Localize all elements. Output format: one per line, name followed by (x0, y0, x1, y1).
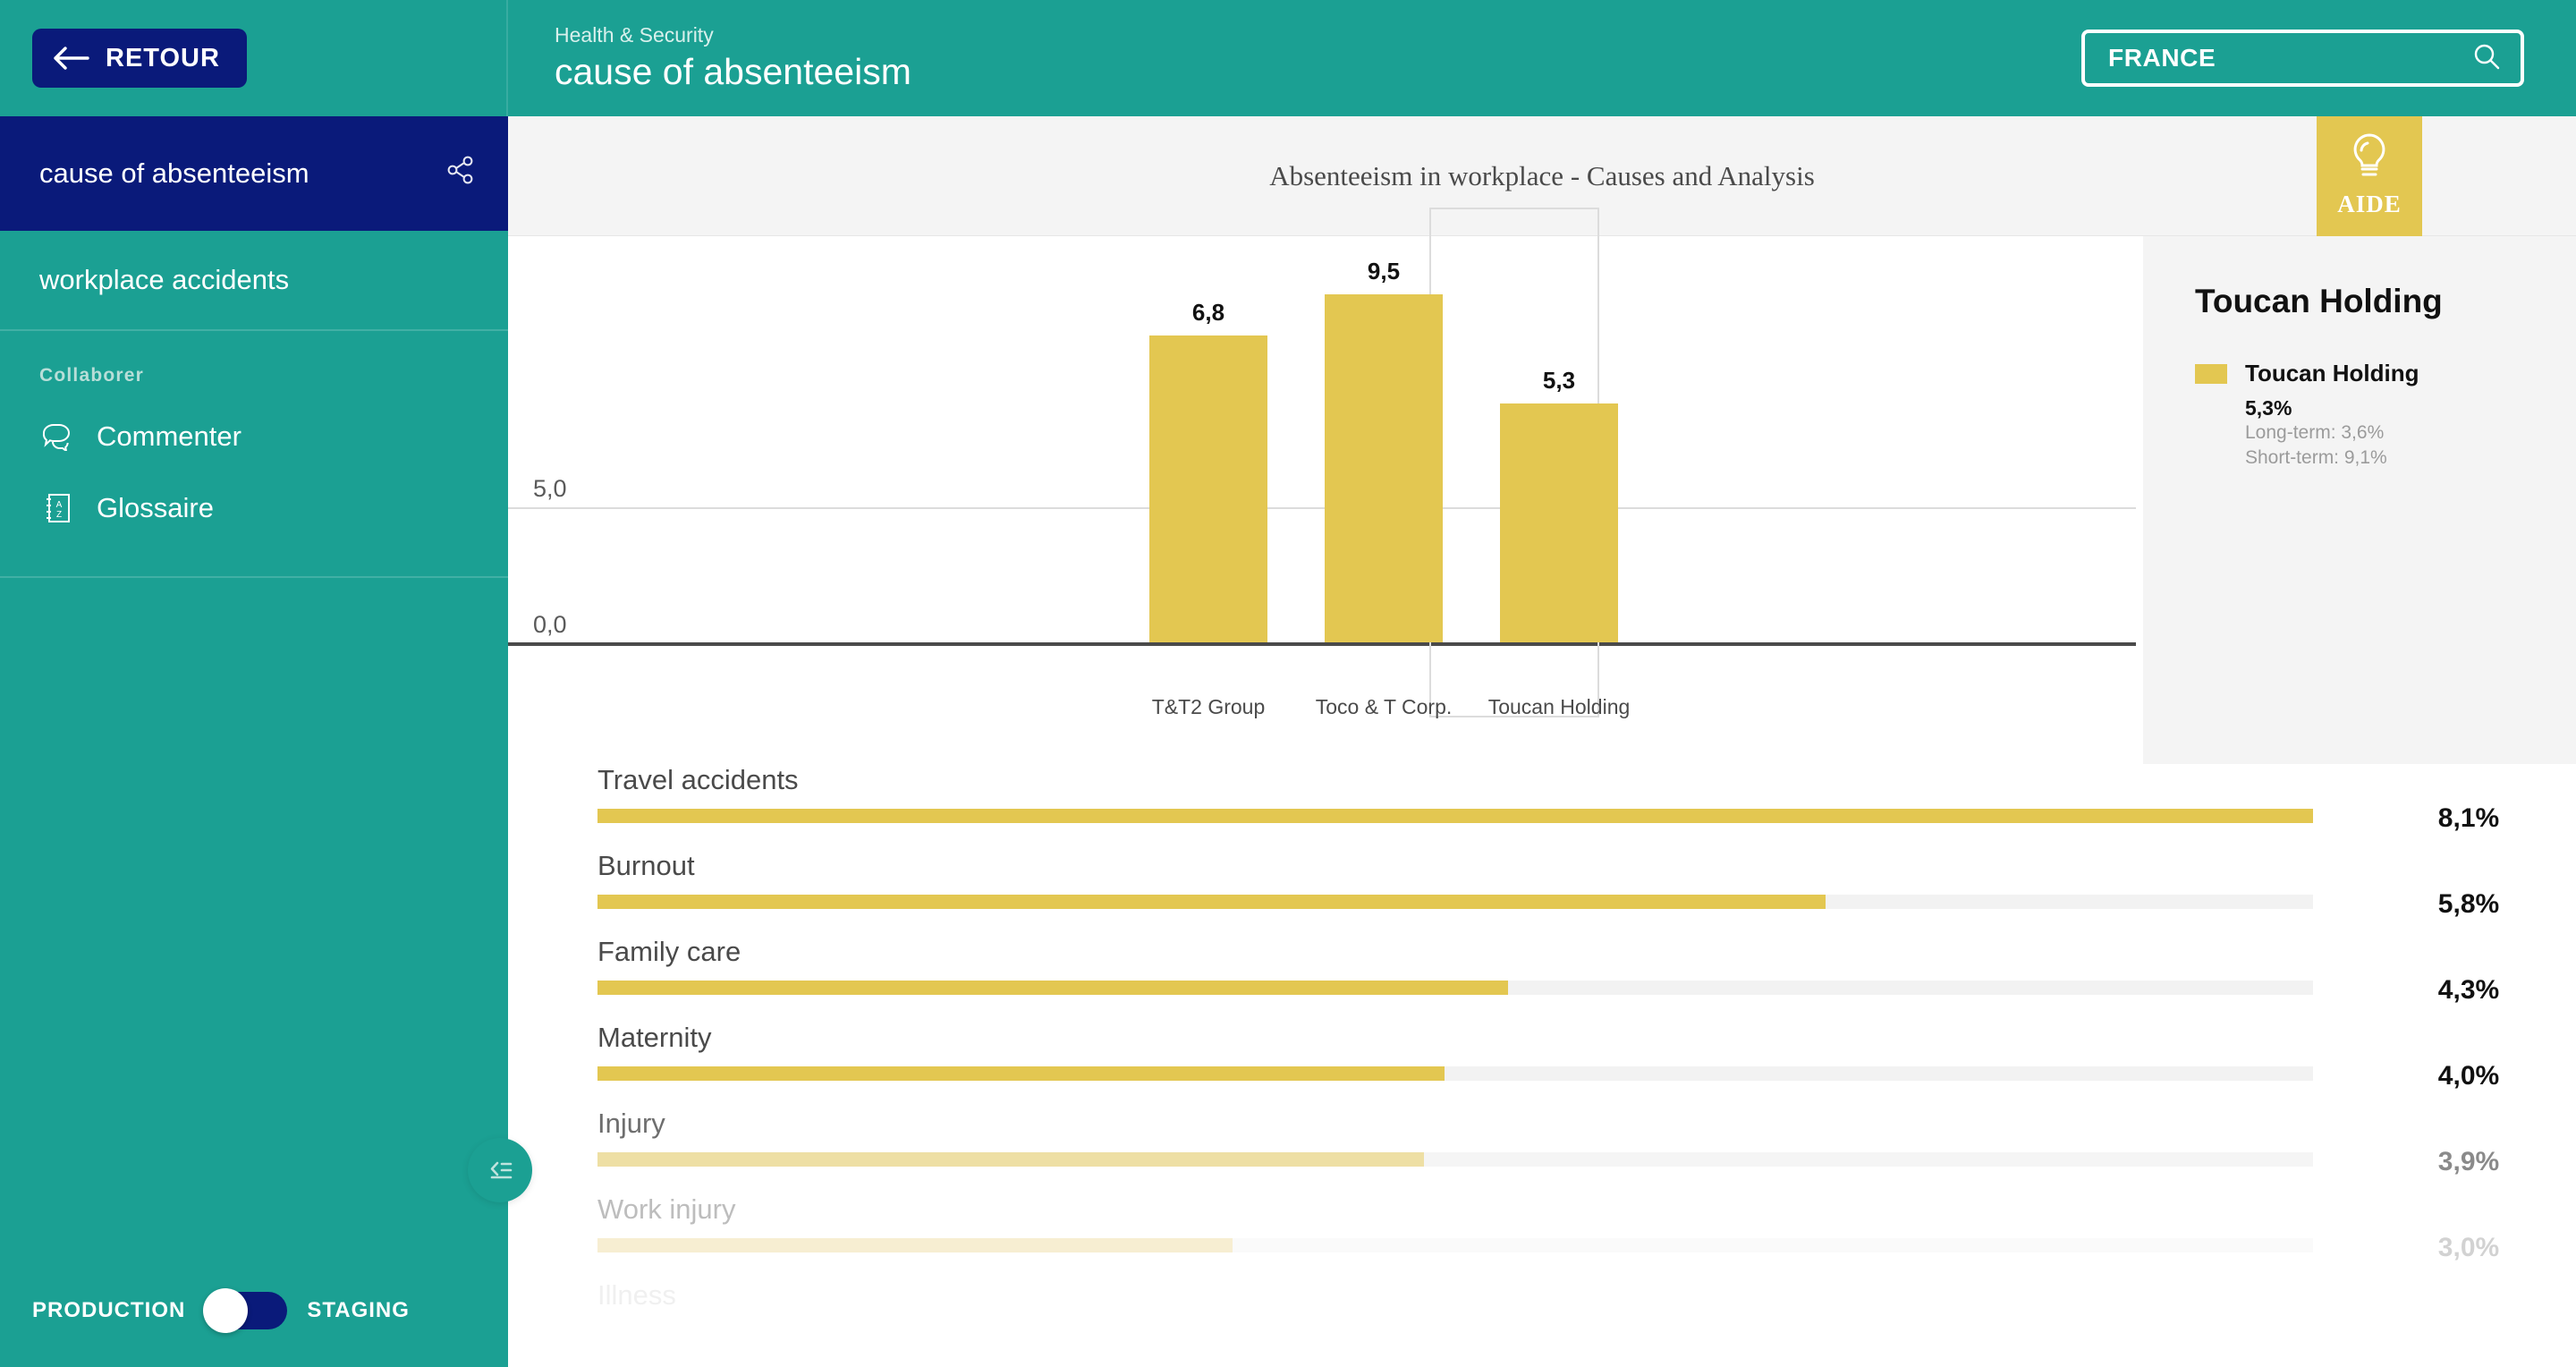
chart-container: 5,0 0,0 6,8 9,5 (508, 236, 2576, 764)
list-item-value: 4,3% (2361, 975, 2576, 1006)
list-item-value: 3,0% (2361, 1233, 2576, 1263)
list-item[interactable]: Family care 4,3% (597, 936, 2576, 1022)
details-main-value: 5,3% (2245, 396, 2529, 420)
svg-text:A: A (56, 500, 63, 510)
search-icon[interactable] (2472, 42, 2501, 75)
chart-details-panel: Toucan Holding Toucan Holding 5,3% Long-… (2143, 236, 2576, 764)
environment-production-label: PRODUCTION (32, 1298, 185, 1323)
list-item-value: 5,8% (2361, 889, 2576, 920)
list-item[interactable]: Illness (597, 1279, 2576, 1365)
cause-ranking-list: Travel accidents 8,1% Burnout 5,8% Famil… (597, 764, 2576, 1365)
glossary-az-icon: A Z (39, 492, 75, 524)
sidebar-item-label: Commenter (97, 420, 242, 453)
search-input[interactable] (2108, 44, 2472, 72)
list-item-value: 8,1% (2361, 803, 2576, 834)
list-item-track (597, 1152, 2313, 1167)
share-icon[interactable] (445, 155, 476, 192)
list-item[interactable]: Work injury 3,0% (597, 1193, 2576, 1279)
bar-rect[interactable] (1149, 335, 1267, 642)
bar-rect[interactable] (1325, 294, 1443, 642)
list-item-label: Family care (597, 936, 2576, 968)
list-item-label: Burnout (597, 850, 2576, 882)
aide-button[interactable]: AIDE (2317, 116, 2422, 236)
list-item-label: Travel accidents (597, 764, 2576, 796)
x-axis-category-label: T&T2 Group (1119, 694, 1298, 719)
aide-label: AIDE (2337, 191, 2402, 218)
bar-column[interactable]: 9,5 (1325, 258, 1443, 642)
bar-value-label: 5,3 (1543, 367, 1575, 395)
bar-series: 6,8 9,5 5,3 (508, 258, 2143, 642)
bar-chart-plot[interactable]: 5,0 0,0 6,8 9,5 (508, 236, 2143, 764)
sidebar-item-label: cause of absenteeism (39, 157, 445, 190)
x-axis-line (508, 642, 2136, 646)
sidebar-item-label: workplace accidents (39, 264, 476, 296)
collapse-sidebar-icon (484, 1155, 516, 1186)
arrow-left-icon (54, 47, 89, 70)
list-item[interactable]: Burnout 5,8% (597, 850, 2576, 936)
environment-toggle-knob[interactable] (203, 1288, 248, 1333)
comment-icon (39, 422, 75, 451)
top-bar: RETOUR Health & Security cause of absent… (0, 0, 2576, 116)
sidebar-item-commenter[interactable]: Commenter (0, 401, 508, 472)
list-item[interactable]: Travel accidents 8,1% (597, 764, 2576, 850)
list-item[interactable]: Injury 3,9% (597, 1108, 2576, 1193)
sidebar-item-workplace-accidents[interactable]: workplace accidents (0, 231, 508, 329)
bar-rect[interactable] (1500, 403, 1618, 642)
legend-entry-label: Toucan Holding (2245, 360, 2419, 387)
sidebar-group-title: Collaborer (0, 331, 508, 401)
list-item-fill (597, 981, 1508, 995)
sidebar: cause of absenteeism workplace accidents… (0, 116, 508, 1367)
sidebar-item-cause-of-absenteeism[interactable]: cause of absenteeism (0, 116, 508, 231)
details-short-term: Short-term: 9,1% (2245, 446, 2529, 471)
list-item-fill (597, 809, 2313, 823)
app-root: RETOUR Health & Security cause of absent… (0, 0, 2576, 1367)
list-item[interactable]: Maternity 4,0% (597, 1022, 2576, 1108)
bar-value-label: 9,5 (1368, 258, 1400, 285)
list-item-label: Work injury (597, 1193, 2576, 1226)
chart-header-title: Absenteeism in workplace - Causes and An… (1269, 160, 1815, 192)
page-title: cause of absenteeism (555, 52, 2081, 92)
list-item-track (597, 809, 2313, 823)
list-item-label: Injury (597, 1108, 2576, 1140)
search-box[interactable] (2081, 30, 2524, 87)
list-item-fill (597, 1152, 1424, 1167)
details-long-term: Long-term: 3,6% (2245, 420, 2529, 446)
list-item-value: 3,9% (2361, 1147, 2576, 1177)
chart-header: Absenteeism in workplace - Causes and An… (508, 116, 2576, 236)
sidebar-item-glossaire[interactable]: A Z Glossaire (0, 472, 508, 544)
list-item-fill (597, 1238, 1233, 1252)
list-item-track (597, 895, 2313, 909)
environment-toggle-switch[interactable] (205, 1292, 287, 1329)
lightbulb-icon (2346, 131, 2393, 187)
list-item-fill (597, 895, 1826, 909)
environment-toggle[interactable]: PRODUCTION STAGING (32, 1292, 410, 1329)
details-panel-title: Toucan Holding (2195, 283, 2529, 320)
list-item-fill (597, 1066, 1445, 1081)
breadcrumb: Health & Security (555, 24, 2081, 47)
sidebar-divider (0, 576, 508, 578)
legend-entry: Toucan Holding (2195, 360, 2529, 387)
environment-staging-label: STAGING (307, 1298, 410, 1323)
list-item-label: Maternity (597, 1022, 2576, 1054)
aide-zigzag-edge (2317, 218, 2422, 231)
list-item-track (597, 1238, 2313, 1252)
list-item-track (597, 981, 2313, 995)
bar-value-label: 6,8 (1192, 299, 1224, 327)
list-item-label: Illness (597, 1279, 2576, 1312)
back-button-label: RETOUR (106, 44, 220, 73)
back-button[interactable]: RETOUR (32, 29, 247, 88)
svg-text:Z: Z (56, 510, 62, 520)
bar-column[interactable]: 5,3 (1500, 258, 1618, 642)
list-item-value: 4,0% (2361, 1061, 2576, 1091)
collapse-sidebar-button[interactable] (468, 1138, 532, 1202)
x-axis-category-label: Toucan Holding (1470, 694, 1648, 719)
page-title-block: Health & Security cause of absenteeism (508, 24, 2081, 92)
bar-column[interactable]: 6,8 (1149, 258, 1267, 642)
legend-color-swatch (2195, 364, 2227, 384)
sidebar-item-label: Glossaire (97, 492, 214, 524)
top-bar-left: RETOUR (0, 0, 508, 116)
list-item-track (597, 1066, 2313, 1081)
x-axis-category-label: Toco & T Corp. (1294, 694, 1473, 719)
